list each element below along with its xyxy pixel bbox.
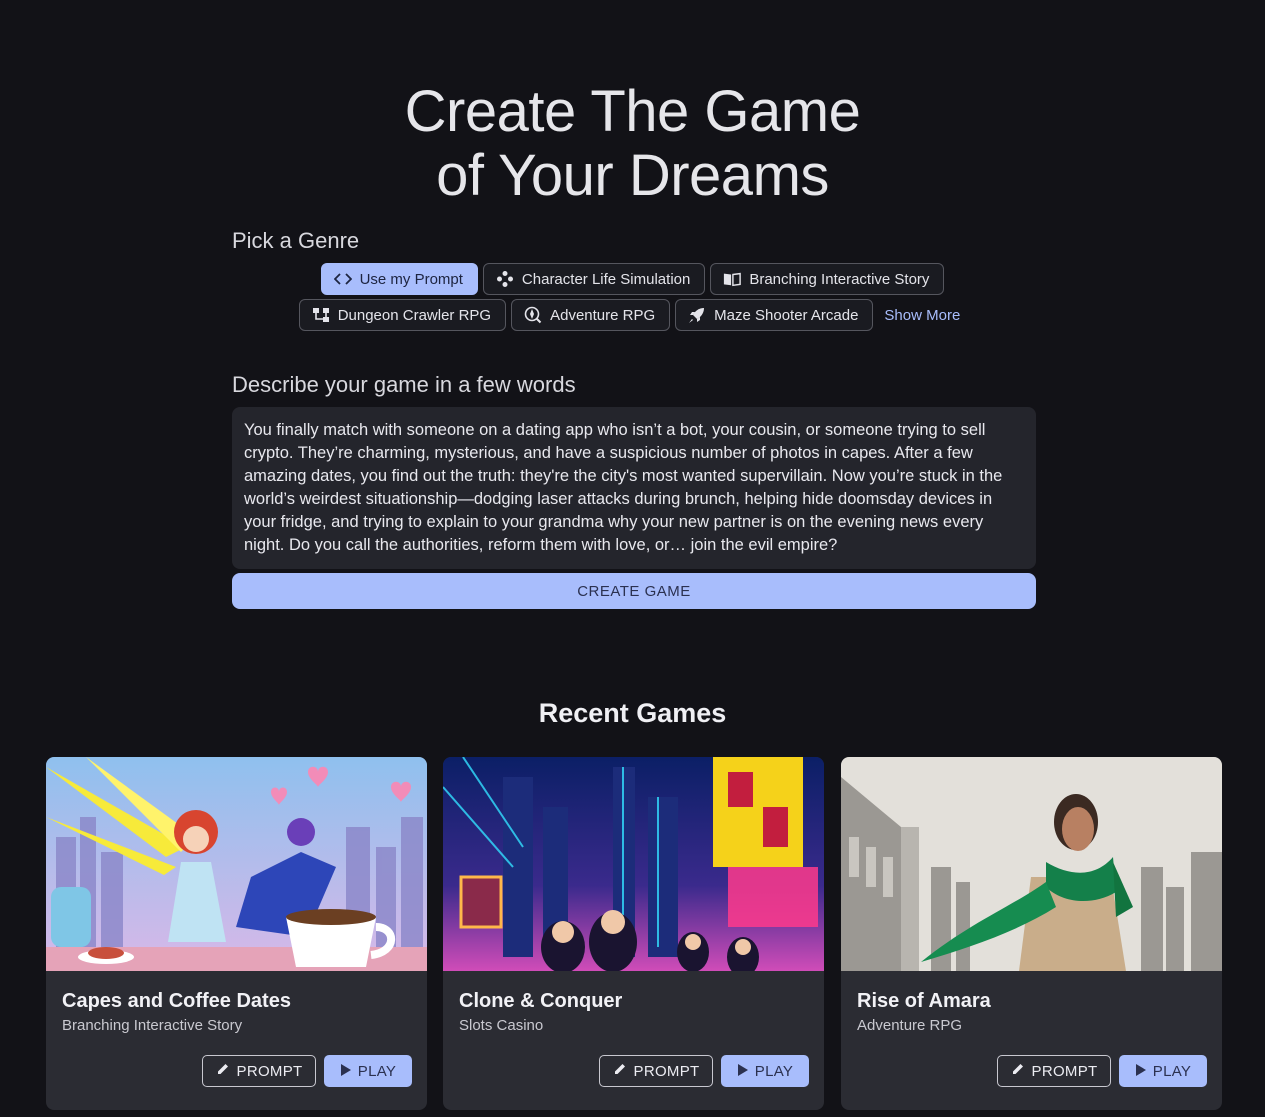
genre-chip-maze-shooter-arcade[interactable]: Maze Shooter Arcade bbox=[675, 299, 874, 331]
prompt-button[interactable]: PROMPT bbox=[599, 1055, 713, 1087]
code-icon bbox=[333, 270, 352, 288]
game-cover-image bbox=[46, 757, 427, 971]
recent-games-title: Recent Games bbox=[538, 698, 727, 728]
play-icon bbox=[340, 1063, 351, 1080]
game-cover-image bbox=[841, 757, 1222, 971]
play-button-label: PLAY bbox=[754, 1062, 794, 1080]
chip-label: Adventure RPG bbox=[550, 306, 656, 324]
create-game-button[interactable]: CREATE GAME bbox=[232, 573, 1036, 609]
genre-row-1: Use my Prompt Character Life Simulation … bbox=[0, 263, 1265, 295]
game-cover-image bbox=[443, 757, 824, 971]
prompt-button[interactable]: PROMPT bbox=[202, 1055, 316, 1087]
genre-chip-adventure-rpg[interactable]: Adventure RPG bbox=[511, 299, 671, 331]
prompt-button-label: PROMPT bbox=[236, 1062, 303, 1080]
prompt-button-label: PROMPT bbox=[1031, 1062, 1098, 1080]
game-title: Rise of Amara bbox=[857, 990, 991, 1012]
chip-label: Branching Interactive Story bbox=[749, 270, 930, 288]
genre-chip-use-my-prompt[interactable]: Use my Prompt bbox=[320, 263, 478, 295]
genre-row-2: Dungeon Crawler RPG Adventure RPG Maze S… bbox=[0, 299, 1265, 331]
chip-label: Dungeon Crawler RPG bbox=[337, 306, 492, 324]
chip-label: Maze Shooter Arcade bbox=[714, 306, 859, 324]
pencil-icon bbox=[216, 1062, 230, 1080]
prompt-button-label: PROMPT bbox=[633, 1062, 700, 1080]
game-card[interactable]: Capes and Coffee Dates Branching Interac… bbox=[46, 757, 427, 1110]
play-button-label: PLAY bbox=[1152, 1062, 1192, 1080]
show-more-link[interactable]: Show More bbox=[878, 299, 966, 331]
compass-icon bbox=[524, 306, 542, 324]
rocket-icon bbox=[688, 306, 706, 324]
title-line-2: of Your Dreams bbox=[436, 143, 829, 208]
play-button[interactable]: PLAY bbox=[721, 1055, 809, 1087]
play-icon bbox=[1135, 1063, 1146, 1080]
genre-section-label: Pick a Genre bbox=[232, 228, 360, 253]
title-line-1: Create The Game bbox=[404, 79, 861, 144]
play-button[interactable]: PLAY bbox=[1119, 1055, 1207, 1087]
game-genre: Slots Casino bbox=[459, 1017, 544, 1034]
game-genre: Adventure RPG bbox=[857, 1017, 963, 1034]
book-icon bbox=[723, 270, 742, 288]
chip-label: Character Life Simulation bbox=[521, 270, 691, 288]
prompt-button[interactable]: PROMPT bbox=[997, 1055, 1111, 1087]
game-title: Clone & Conquer bbox=[459, 990, 623, 1012]
genre-chip-character-life-simulation[interactable]: Character Life Simulation bbox=[482, 263, 706, 295]
pencil-icon bbox=[613, 1062, 627, 1080]
game-card[interactable]: Clone & Conquer Slots Casino PROMPT PLAY bbox=[443, 757, 824, 1110]
describe-label: Describe your game in a few words bbox=[232, 372, 576, 397]
play-button-label: PLAY bbox=[357, 1062, 397, 1080]
game-title: Capes and Coffee Dates bbox=[62, 990, 291, 1012]
page-title: Create The Game of Your Dreams bbox=[0, 80, 1265, 208]
play-button[interactable]: PLAY bbox=[324, 1055, 412, 1087]
genre-chip-branching-interactive-story[interactable]: Branching Interactive Story bbox=[710, 263, 945, 295]
pencil-icon bbox=[1011, 1062, 1025, 1080]
game-card[interactable]: Rise of Amara Adventure RPG PROMPT PLAY bbox=[841, 757, 1222, 1110]
play-icon bbox=[737, 1063, 748, 1080]
chip-label: Use my Prompt bbox=[359, 270, 463, 288]
game-genre: Branching Interactive Story bbox=[62, 1017, 243, 1034]
gamepad-icon bbox=[496, 270, 514, 288]
genre-chip-dungeon-crawler-rpg[interactable]: Dungeon Crawler RPG bbox=[298, 299, 507, 331]
dungeon-map-icon bbox=[312, 306, 330, 324]
game-description-textarea[interactable]: You finally match with someone on a dati… bbox=[232, 407, 1036, 569]
